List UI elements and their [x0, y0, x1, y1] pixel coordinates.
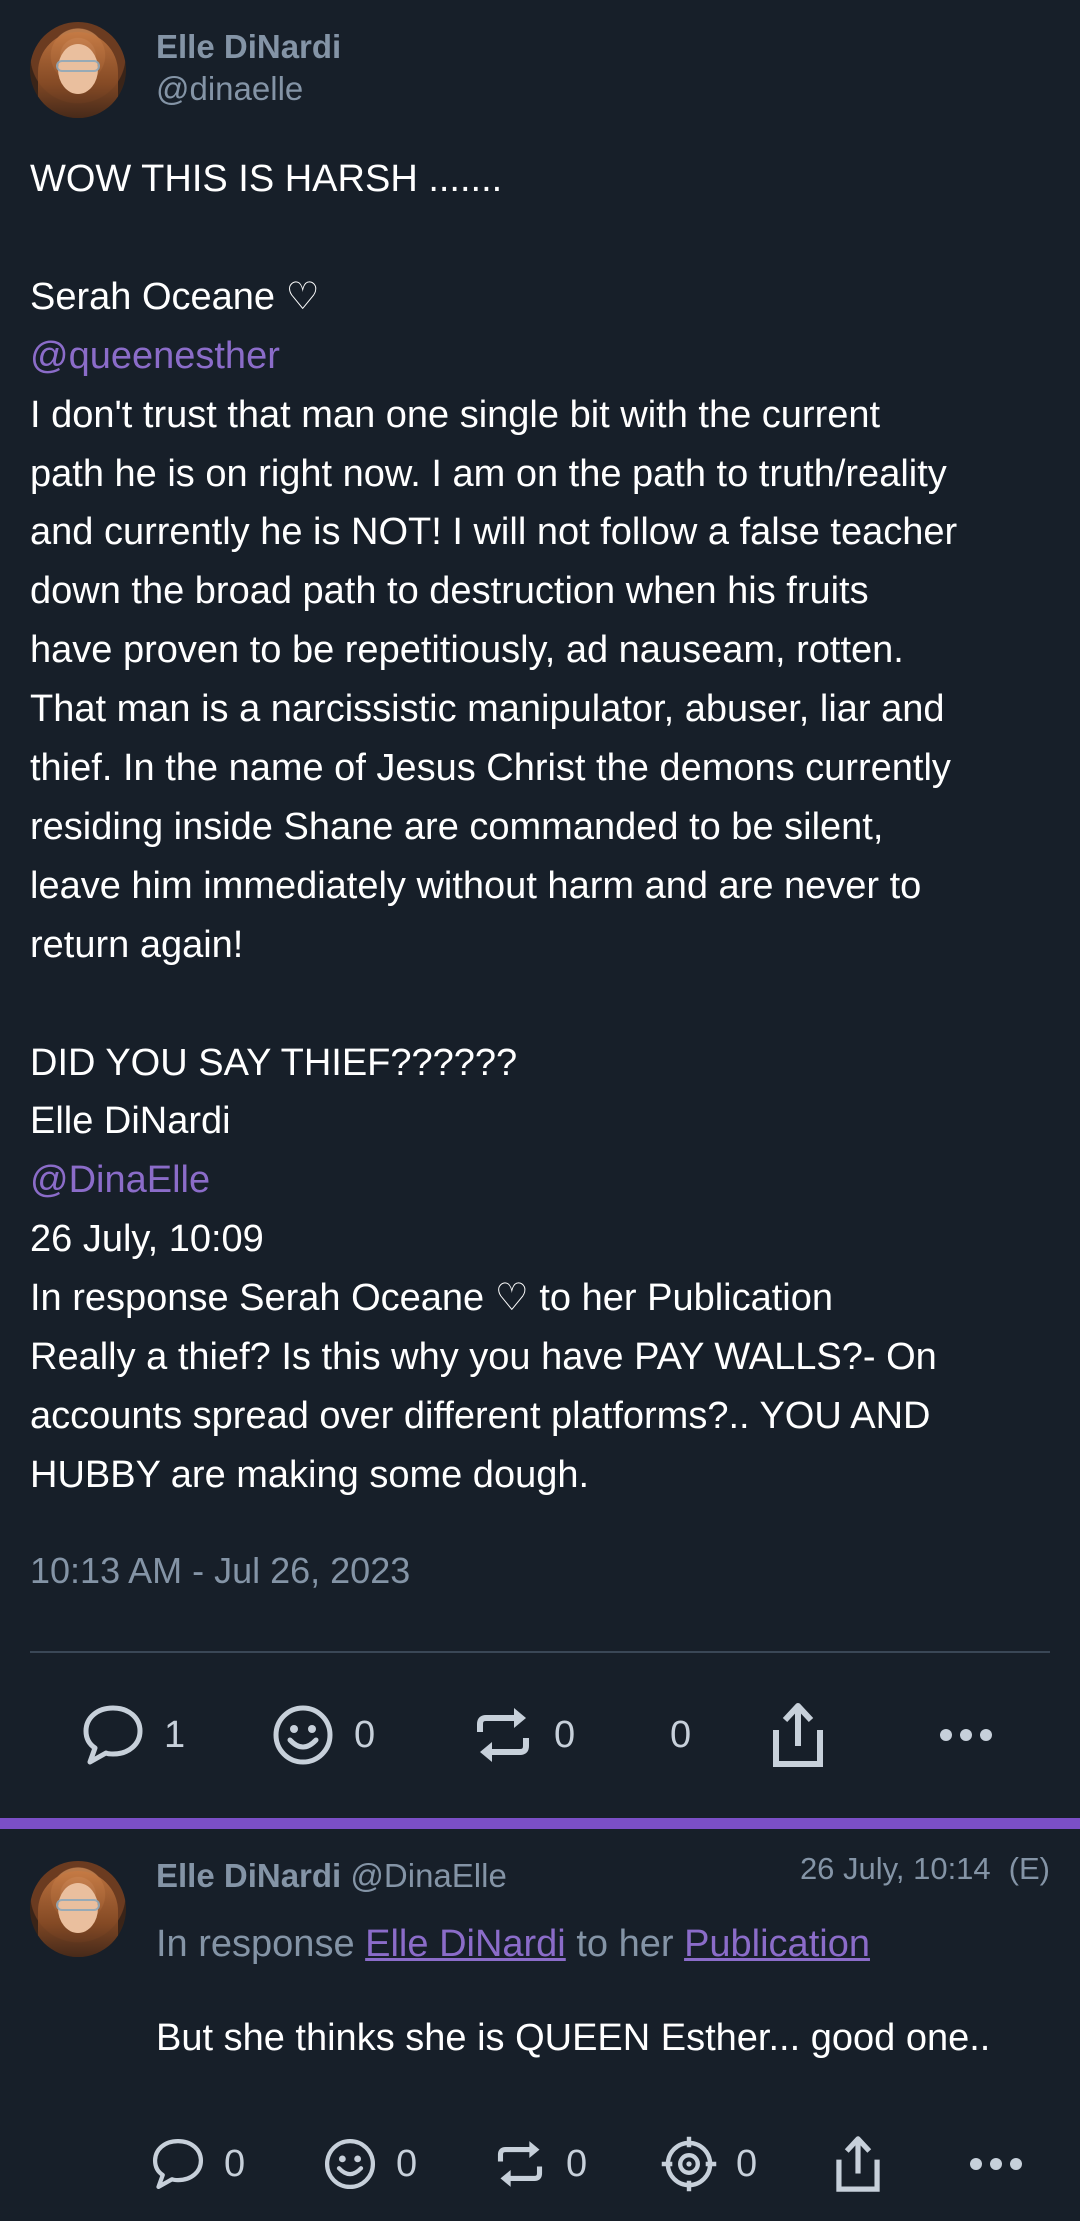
repost-count: 0	[554, 1713, 576, 1756]
repost-icon	[492, 2136, 548, 2192]
reply-target-count: 0	[736, 2142, 758, 2185]
quote-count: 0	[670, 1713, 692, 1756]
post-body-line: Elle DiNardi	[30, 1100, 231, 1143]
reply-react-button[interactable]: 0	[322, 2119, 417, 2209]
author-name[interactable]: Elle DiNardi	[156, 28, 341, 66]
post-body-line: HUBBY are making some dough.	[30, 1453, 590, 1496]
post-body-line: thief. In the name of Jesus Christ the d…	[30, 747, 951, 790]
post-body-line: In response Serah Oceane ♡ to her Public…	[30, 1277, 833, 1320]
smiley-icon	[270, 1702, 336, 1768]
post-body-line: down the broad path to destruction when …	[30, 570, 869, 613]
repost-button[interactable]: 0	[470, 1690, 575, 1780]
reply-author-handle[interactable]: @DinaElle	[350, 1857, 506, 1894]
reply-author-name[interactable]: Elle DiNardi	[156, 1857, 341, 1894]
smiley-icon	[322, 2136, 378, 2192]
reply-context: In response Elle DiNardi to her Publicat…	[156, 1923, 870, 1966]
post-body-line: Really a thief? Is this why you have PAY…	[30, 1336, 937, 1379]
reply-body: But she thinks she is QUEEN Esther... go…	[156, 2017, 991, 2059]
post-body-line: leave him immediately without harm and a…	[30, 864, 922, 907]
reply-reaction-count: 0	[396, 2142, 418, 2185]
thread-separator	[0, 1818, 1080, 1829]
reply-more-button[interactable]	[968, 2119, 1024, 2209]
post-body-line: I don't trust that man one single bit wi…	[30, 393, 881, 436]
response-prefix: In response	[156, 1923, 355, 1965]
quote-count-button[interactable]: 0	[652, 1690, 691, 1780]
reply-button[interactable]: 1	[80, 1690, 185, 1780]
more-icon	[938, 1725, 994, 1745]
author-handle[interactable]: @dinaelle	[156, 70, 303, 108]
author-avatar[interactable]	[30, 22, 126, 118]
comment-icon	[80, 1702, 146, 1768]
response-user-link[interactable]: Elle DiNardi	[365, 1923, 566, 1965]
post-body-line: and currently he is NOT! I will not foll…	[30, 511, 958, 554]
reply-time: 26 July, 10:14	[799, 1851, 991, 1886]
share-button[interactable]	[768, 1690, 828, 1780]
mention-link[interactable]: @DinaElle	[30, 1151, 1060, 1210]
post-body-line: DID YOU SAY THIEF??????	[30, 1041, 518, 1084]
reply-author-avatar[interactable]	[30, 1861, 126, 1957]
response-target-link[interactable]: Publication	[684, 1923, 870, 1965]
reply-actions: 0 0 0 0	[0, 2119, 1080, 2209]
reply-share-button[interactable]	[832, 2119, 884, 2209]
reply-target-button[interactable]: 0	[660, 2119, 757, 2209]
edited-badge: (E)	[1008, 1851, 1050, 1886]
post-body-line: That man is a narcissistic manipulator, …	[30, 688, 945, 731]
reply-author-line: Elle DiNardi @DinaElle	[156, 1857, 507, 1895]
post-timestamp: 10:13 AM - Jul 26, 2023	[30, 1550, 411, 1591]
post-body-line: return again!	[30, 923, 244, 966]
post-body-line: 26 July, 10:09	[30, 1218, 264, 1261]
post-body: WOW THIS IS HARSH ....... Serah Oceane ♡ @…	[30, 150, 1060, 1505]
reply-repost-count: 0	[566, 2142, 588, 2185]
post-body-line: Serah Oceane ♡	[30, 275, 320, 318]
reply-reply-button[interactable]: 0	[150, 2119, 245, 2209]
response-middle: to her	[576, 1923, 674, 1965]
more-icon	[968, 2154, 1024, 2174]
target-icon	[660, 2135, 718, 2193]
post-body-line: path he is on right now. I am on the pat…	[30, 452, 947, 495]
post-body-line	[30, 209, 1060, 268]
post-body-line: residing inside Shane are commanded to b…	[30, 805, 884, 848]
repost-icon	[470, 1702, 536, 1768]
reply-repost-button[interactable]: 0	[492, 2119, 587, 2209]
share-icon	[832, 2133, 884, 2195]
divider	[30, 1651, 1050, 1653]
reply-reply-count: 0	[224, 2142, 246, 2185]
mention-link[interactable]: @queenesther	[30, 327, 1060, 386]
more-button[interactable]	[938, 1690, 994, 1780]
comment-icon	[150, 2136, 206, 2192]
share-icon	[768, 1700, 828, 1770]
reply-meta: 26 July, 10:14 (E)	[800, 1851, 1050, 1887]
reaction-count: 0	[354, 1713, 376, 1756]
reply-count: 1	[164, 1713, 186, 1756]
post-actions: 1 0 0 0	[0, 1690, 1080, 1780]
react-button[interactable]: 0	[270, 1690, 375, 1780]
post-body-line: WOW THIS IS HARSH .......	[30, 158, 503, 200]
post-body-line: have proven to be repetitiously, ad naus…	[30, 629, 904, 672]
post-body-line: accounts spread over different platforms…	[30, 1395, 931, 1437]
post-body-line	[30, 975, 1060, 1034]
